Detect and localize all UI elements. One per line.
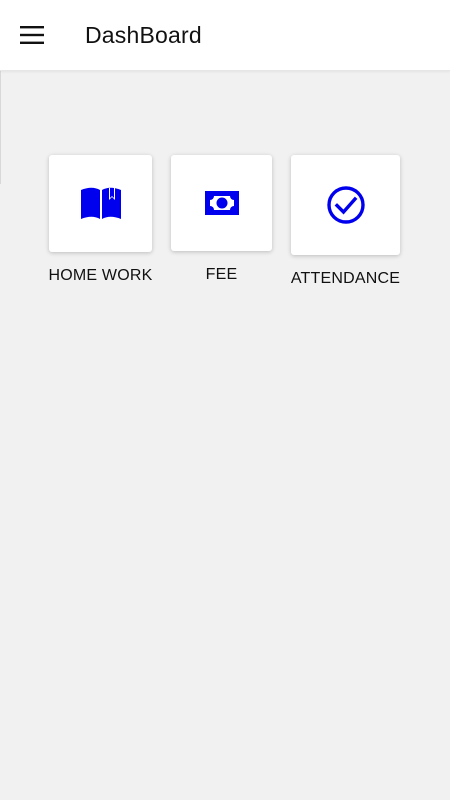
drawer-edge (0, 70, 1, 184)
book-open-icon (79, 186, 123, 222)
attendance-card[interactable] (291, 155, 400, 255)
menu-button[interactable] (14, 17, 50, 53)
fee-label: FEE (205, 266, 238, 283)
app-bar: DashBoard (0, 0, 450, 71)
fee-card[interactable] (171, 155, 272, 251)
money-icon (204, 191, 239, 215)
hamburger-menu-icon (20, 26, 44, 44)
check-circle-icon (326, 185, 366, 225)
home-work-card[interactable] (49, 155, 152, 252)
attendance-label: ATTENDANCE (290, 270, 401, 287)
home-work-label: HOME WORK (48, 267, 153, 284)
page-title: DashBoard (85, 22, 202, 48)
